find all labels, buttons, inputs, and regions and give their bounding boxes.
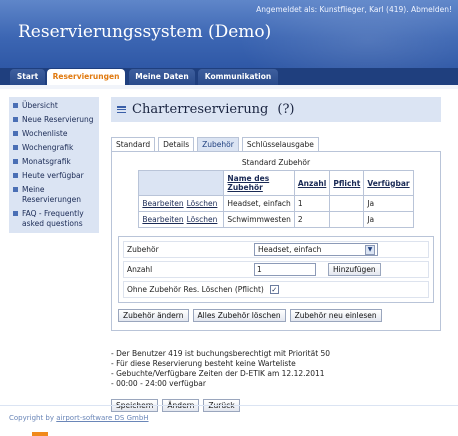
nav-tab-kommunikation[interactable]: Kommunikation [198,69,278,85]
main-content: Charterreservierung (?) Standard Details… [111,97,441,412]
company-link[interactable]: airport-software DS GmbH [56,414,148,422]
cell-available: Ja [363,195,414,212]
footer: Copyright by airport-software DS GmbH [9,414,149,422]
app-header: Angemeldet als: Kunstflieger, Karl (419)… [0,0,458,68]
menu-icon [117,106,126,113]
sidebar-item-label: Meine Reservierungen [22,185,81,204]
info-line: - Für diese Reservierung besteht keine W… [111,359,296,368]
tab-zubehoer[interactable]: Zubehör [197,137,239,151]
bullet-icon [13,187,18,192]
table-caption: Standard Zubehör [241,158,311,167]
sidebar-item-label: Übersicht [22,101,58,110]
footer-accent [32,432,48,436]
table-header-row: Name des Zubehör Anzahl Pflicht Verfügba… [138,170,414,196]
info-line: - Gebuchte/Verfügbare Zeiten der D-ETIK … [111,369,325,378]
column-header-verfuegbar[interactable]: Verfügbar [363,170,414,196]
column-header-pflicht[interactable]: Pflicht [329,170,365,196]
form-row-zubehoer: Zubehör Headset, einfach ▼ [123,241,429,258]
sidebar-item-label: Monatsgrafik [22,157,71,166]
sidebar-item-neue-reservierung[interactable]: Neue Reservierung [9,113,99,127]
sidebar-item-label: Wochengrafik [22,143,74,152]
cell-name: Schwimmwesten [223,211,295,228]
sidebar-item-wochengrafik[interactable]: Wochengrafik [9,141,99,155]
edit-link[interactable]: Bearbeiten [142,215,183,224]
sidebar-item-label: Wochenliste [22,129,68,138]
table-row: Bearbeiten Löschen Headset, einfach 1 Ja [138,195,414,212]
form-row-delete-check: Ohne Zubehör Res. Löschen (Pflicht) ✓ [123,281,429,298]
column-header-name[interactable]: Name des Zubehör [223,170,295,196]
page-header: Charterreservierung (?) [111,97,441,122]
sidebar-item-faq[interactable]: FAQ - Frequently asked questions [9,207,99,231]
app-title: Reservierungssystem (Demo) [18,22,272,42]
sidebar: Übersicht Neue Reservierung Wochenliste … [9,97,99,233]
reload-accessories-button[interactable]: Zubehör neu einlesen [289,309,382,322]
tab-details[interactable]: Details [158,137,195,151]
form-row-anzahl: Anzahl 1 Hinzufügen [123,261,429,278]
nav-tab-meine-daten[interactable]: Meine Daten [129,69,195,85]
count-input[interactable]: 1 [254,263,316,276]
row-actions: Bearbeiten Löschen [138,195,225,212]
bullet-icon [13,159,18,164]
nav-underline [0,85,458,89]
change-accessory-button[interactable]: Zubehör ändern [118,309,189,322]
bullet-icon [13,131,18,136]
checkmark-icon: ✓ [271,285,278,294]
sidebar-item-heute-verfuegbar[interactable]: Heute verfügbar [9,169,99,183]
nav-tab-reservierungen[interactable]: Reservierungen [47,69,125,85]
accessory-form: Zubehör Headset, einfach ▼ Anzahl 1 Hinz… [118,236,434,303]
help-link[interactable]: (?) [277,102,294,117]
bullet-icon [13,145,18,150]
tab-schluesselausgabe[interactable]: Schlüsselausgabe [241,137,319,151]
row-actions: Bearbeiten Löschen [138,211,225,228]
bullet-icon [13,211,18,216]
bullet-icon [13,117,18,122]
sidebar-item-label: FAQ - Frequently asked questions [22,209,84,228]
cell-count: 1 [293,195,331,212]
accessory-label: Zubehör [127,245,159,254]
cell-name: Headset, einfach [223,195,295,212]
tab-panel-zubehoer: Standard Zubehör Name des Zubehör Anzahl… [111,151,441,331]
accessory-select[interactable]: Headset, einfach ▼ [254,243,378,256]
sidebar-item-uebersicht[interactable]: Übersicht [9,99,99,113]
sidebar-item-monatsgrafik[interactable]: Monatsgrafik [9,155,99,169]
info-line: - Der Benutzer 419 ist buchungsberechtig… [111,349,331,358]
delete-check-label: Ohne Zubehör Res. Löschen (Pflicht) [127,285,264,294]
delete-all-accessories-button[interactable]: Alles Zubehör löschen [192,309,286,322]
footer-divider [0,405,458,406]
edit-link[interactable]: Bearbeiten [142,199,183,208]
page-title: Charterreservierung [132,102,269,117]
action-buttons: Zubehör ändern Alles Zubehör löschen Zub… [118,309,434,322]
info-list: - Der Benutzer 419 ist buchungsberechtig… [111,349,441,389]
sidebar-item-meine-reservierungen[interactable]: Meine Reservierungen [9,183,99,207]
info-line: - 00:00 - 24:00 verfügbar [111,379,206,388]
sidebar-item-wochenliste[interactable]: Wochenliste [9,127,99,141]
actions-column-header [138,170,225,196]
accessories-table: Name des Zubehör Anzahl Pflicht Verfügba… [138,170,414,228]
cell-count: 2 [293,211,331,228]
sidebar-item-label: Neue Reservierung [22,115,94,124]
cell-available: Ja [363,211,414,228]
bullet-icon [13,103,18,108]
main-nav: Start Reservierungen Meine Daten Kommuni… [0,68,458,85]
accessory-select-value: Headset, einfach [258,245,322,254]
chevron-down-icon[interactable]: ▼ [365,244,375,255]
delete-link[interactable]: Löschen [187,215,218,224]
nav-tab-start[interactable]: Start [10,69,45,85]
copyright-text: Copyright by [9,414,57,422]
tab-bar: Standard Details Zubehör Schlüsselausgab… [111,137,441,151]
count-label: Anzahl [127,265,153,274]
add-button[interactable]: Hinzufügen [328,263,381,276]
tab-standard[interactable]: Standard [111,137,156,151]
bullet-icon [13,173,18,178]
column-header-anzahl[interactable]: Anzahl [293,170,331,196]
table-row: Bearbeiten Löschen Schwimmwesten 2 Ja [138,211,414,228]
sidebar-item-label: Heute verfügbar [22,171,84,180]
cell-required [329,195,365,212]
delete-checkbox[interactable]: ✓ [269,285,279,294]
login-info[interactable]: Angemeldet als: Kunstflieger, Karl (419)… [256,5,452,14]
delete-link[interactable]: Löschen [187,199,218,208]
cell-required [329,211,365,228]
